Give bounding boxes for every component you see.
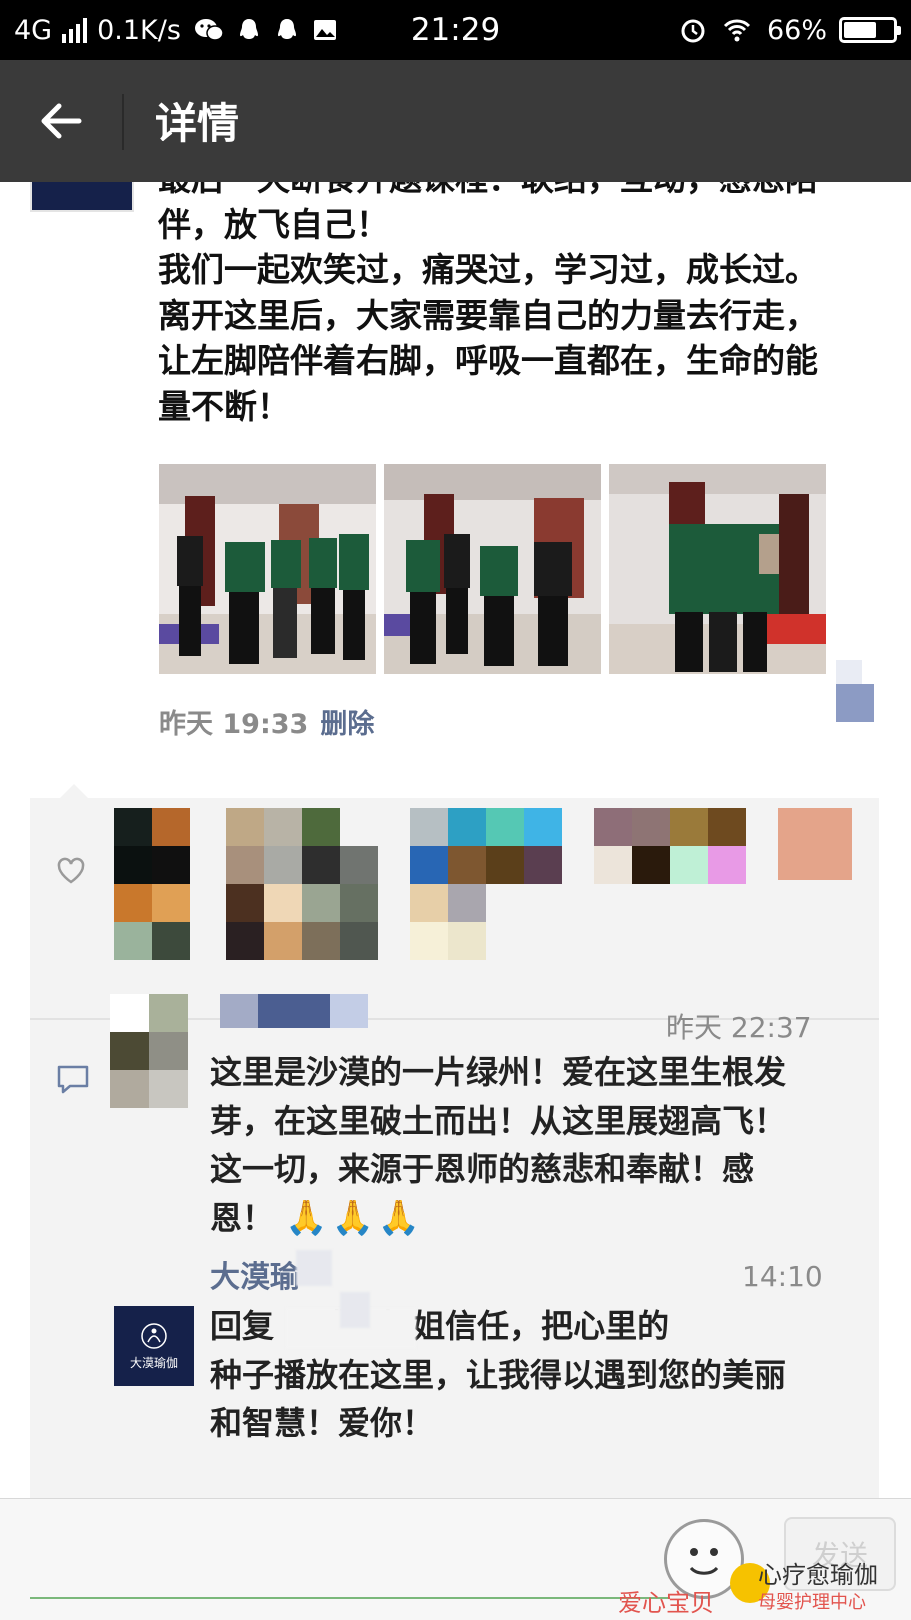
battery-fill xyxy=(844,22,876,38)
heart-icon xyxy=(57,857,85,884)
title-divider xyxy=(122,94,124,150)
status-right: 66% xyxy=(679,12,901,48)
qq-icon xyxy=(239,19,258,39)
page-title: 详情 xyxy=(155,99,240,148)
brand-avatar[interactable]: 大漠瑜伽 xyxy=(114,1306,194,1386)
network-type: 4G xyxy=(14,14,53,46)
photo-thumbnail[interactable] xyxy=(159,464,376,674)
photo-grid xyxy=(159,464,829,674)
signal-icon xyxy=(62,17,88,43)
commenter-avatar[interactable] xyxy=(110,994,188,1108)
reply-target-mosaic xyxy=(340,1292,370,1328)
post-meta: 昨天 19:33 删除 xyxy=(159,702,374,741)
comment-icon xyxy=(57,1065,89,1094)
wifi-icon xyxy=(723,19,751,42)
status-left: 4G 0.1K/s xyxy=(14,12,339,48)
reply-line: 和智慧！爱你！ xyxy=(210,1404,435,1442)
battery-icon xyxy=(839,17,901,43)
post-line: 我们一起欢笑过，痛哭过，学习过，成长过。 xyxy=(158,250,818,289)
name-mosaic xyxy=(296,1250,332,1286)
post-text: 最后一天断食开题课程：联结，互动，感恩陪 伴，放飞自己！ 我们一起欢笑过，痛哭过… xyxy=(158,159,870,429)
liker-avatar[interactable] xyxy=(594,808,746,884)
comment-action-mosaic[interactable] xyxy=(836,684,874,722)
comment-text: 这里是沙漠的一片绿州！爱在这里生根发 芽，在这里破土而出！从这里展翅高飞！ 这一… xyxy=(210,1048,786,1242)
post-time: 昨天 19:33 xyxy=(159,709,309,740)
post-line: 让左脚陪伴着右脚，呼吸一直都在，生命的能 xyxy=(158,341,818,380)
liker-avatar[interactable] xyxy=(778,808,852,880)
back-button[interactable] xyxy=(22,82,100,160)
watermark-right: 心疗愈瑜伽 母婴护理中心 xyxy=(758,1561,878,1617)
comment-input-bar: 发送 爱心宝贝 心疗愈瑜伽 母婴护理中心 xyxy=(0,1498,911,1620)
qq-icon xyxy=(277,19,296,39)
comment-line-text: 恩！ xyxy=(210,1198,275,1237)
photo-image xyxy=(159,464,376,674)
photo-image xyxy=(384,464,601,674)
comment-line: 恩！ 🙏🙏🙏 xyxy=(210,1194,786,1243)
comment-line: 这里是沙漠的一片绿州！爱在这里生根发 xyxy=(210,1053,787,1091)
commenter-name-mosaic[interactable] xyxy=(220,994,368,1028)
watermark-right-bottom: 母婴护理中心 xyxy=(758,1592,866,1613)
watermark-left: 爱心宝贝 xyxy=(618,1589,714,1617)
post-line: 量不断！ xyxy=(158,386,290,426)
pray-emoji: 🙏🙏🙏 xyxy=(285,1197,425,1238)
battery-percent: 66% xyxy=(766,14,827,46)
arrow-left-icon xyxy=(41,103,82,139)
reply-time: 14:10 xyxy=(742,1260,823,1293)
photo-thumbnail[interactable] xyxy=(609,464,826,674)
post-avatar[interactable] xyxy=(30,180,134,212)
photo-image xyxy=(609,464,826,674)
comment-line: 这一切，来源于恩师的慈悲和奉献！感 xyxy=(210,1150,755,1188)
panel-pointer xyxy=(60,784,88,798)
comment-input[interactable] xyxy=(30,1597,670,1599)
reply-line: 种子播放在这里，让我得以遇到您的美丽 xyxy=(210,1355,787,1394)
alarm-icon xyxy=(681,19,705,43)
title-bar-overlay xyxy=(0,60,911,182)
delete-link[interactable]: 删除 xyxy=(320,702,374,741)
liker-avatar[interactable] xyxy=(226,808,378,960)
watermark-right-top: 心疗愈瑜伽 xyxy=(758,1561,878,1589)
reply-author[interactable]: 大漠瑜 xyxy=(210,1252,300,1296)
likes-row xyxy=(30,798,879,1016)
photo-thumbnail[interactable] xyxy=(384,464,601,674)
comment-time: 昨天 22:37 xyxy=(666,1011,812,1044)
post-line: 伴，放飞自己！ xyxy=(158,204,389,244)
gallery-icon xyxy=(313,20,336,40)
post-line: 离开这里后，大家需要靠自己的力量去行走， xyxy=(158,295,818,335)
network-speed: 0.1K/s xyxy=(97,14,181,46)
status-bar: 4G 0.1K/s 21:29 66% xyxy=(0,0,911,60)
likes-comments-panel: 昨天 22:37 这里是沙漠的一片绿州！爱在这里生根发 芽，在这里破土而出！从这… xyxy=(30,798,879,1498)
comment-line: 芽，在这里破土而出！从这里展翅高飞！ xyxy=(210,1101,787,1140)
yoga-logo-icon xyxy=(141,1322,167,1349)
wechat-icon xyxy=(194,19,224,41)
liker-avatar[interactable] xyxy=(410,808,562,960)
brand-avatar-text: 大漠瑜伽 xyxy=(129,1355,178,1370)
privacy-mosaic xyxy=(836,660,862,686)
